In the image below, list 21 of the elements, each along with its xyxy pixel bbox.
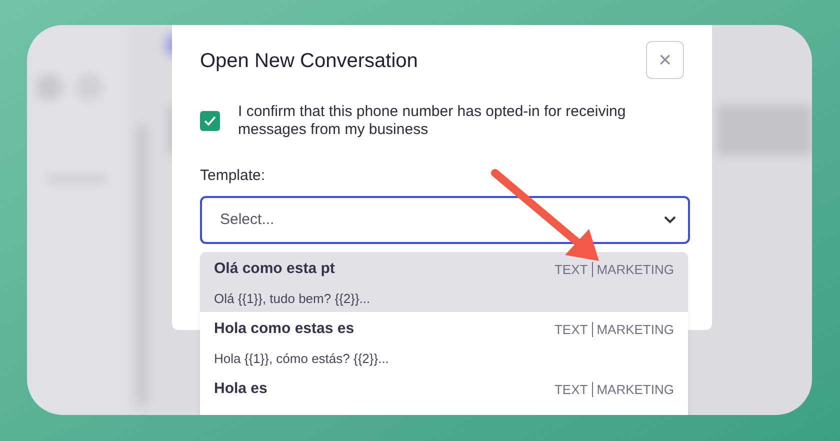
type-tag: TEXT	[554, 260, 588, 279]
chevron-down-icon	[664, 216, 676, 224]
option-preview: Olá {{1}}, tudo bem? {{2}}...	[214, 290, 372, 308]
option-title: Hola es	[214, 379, 268, 399]
checkmark-icon	[204, 116, 216, 126]
template-select[interactable]: Select...	[200, 196, 690, 244]
template-option[interactable]: Hola es TEXT MARKETING	[200, 372, 688, 415]
template-label: Template:	[200, 166, 266, 186]
type-tag: TEXT	[554, 320, 588, 339]
template-option[interactable]: Hola como estas es TEXT MARKETING Hola {{1}}, cómo estás? {{2}}...	[200, 312, 688, 372]
type-tag: TEXT	[554, 380, 588, 399]
template-option[interactable]: Olá como esta pt TEXT MARKETING Olá {{1}}, tudo bem? {{2}}...	[200, 252, 688, 312]
dialog-title: Open New Conversation	[200, 49, 418, 74]
option-title: Hola como estas es	[214, 319, 354, 339]
category-tag: MARKETING	[596, 320, 674, 339]
consent-label: I confirm that this phone number has opted-in for receiving messages from my business	[238, 103, 627, 139]
category-tag: MARKETING	[596, 260, 674, 279]
option-title: Olá como esta pt	[214, 259, 335, 279]
category-tag: MARKETING	[596, 380, 674, 399]
checkbox[interactable]	[200, 111, 220, 131]
option-preview: Hola {{1}}, cómo estás? {{2}}...	[214, 350, 390, 368]
